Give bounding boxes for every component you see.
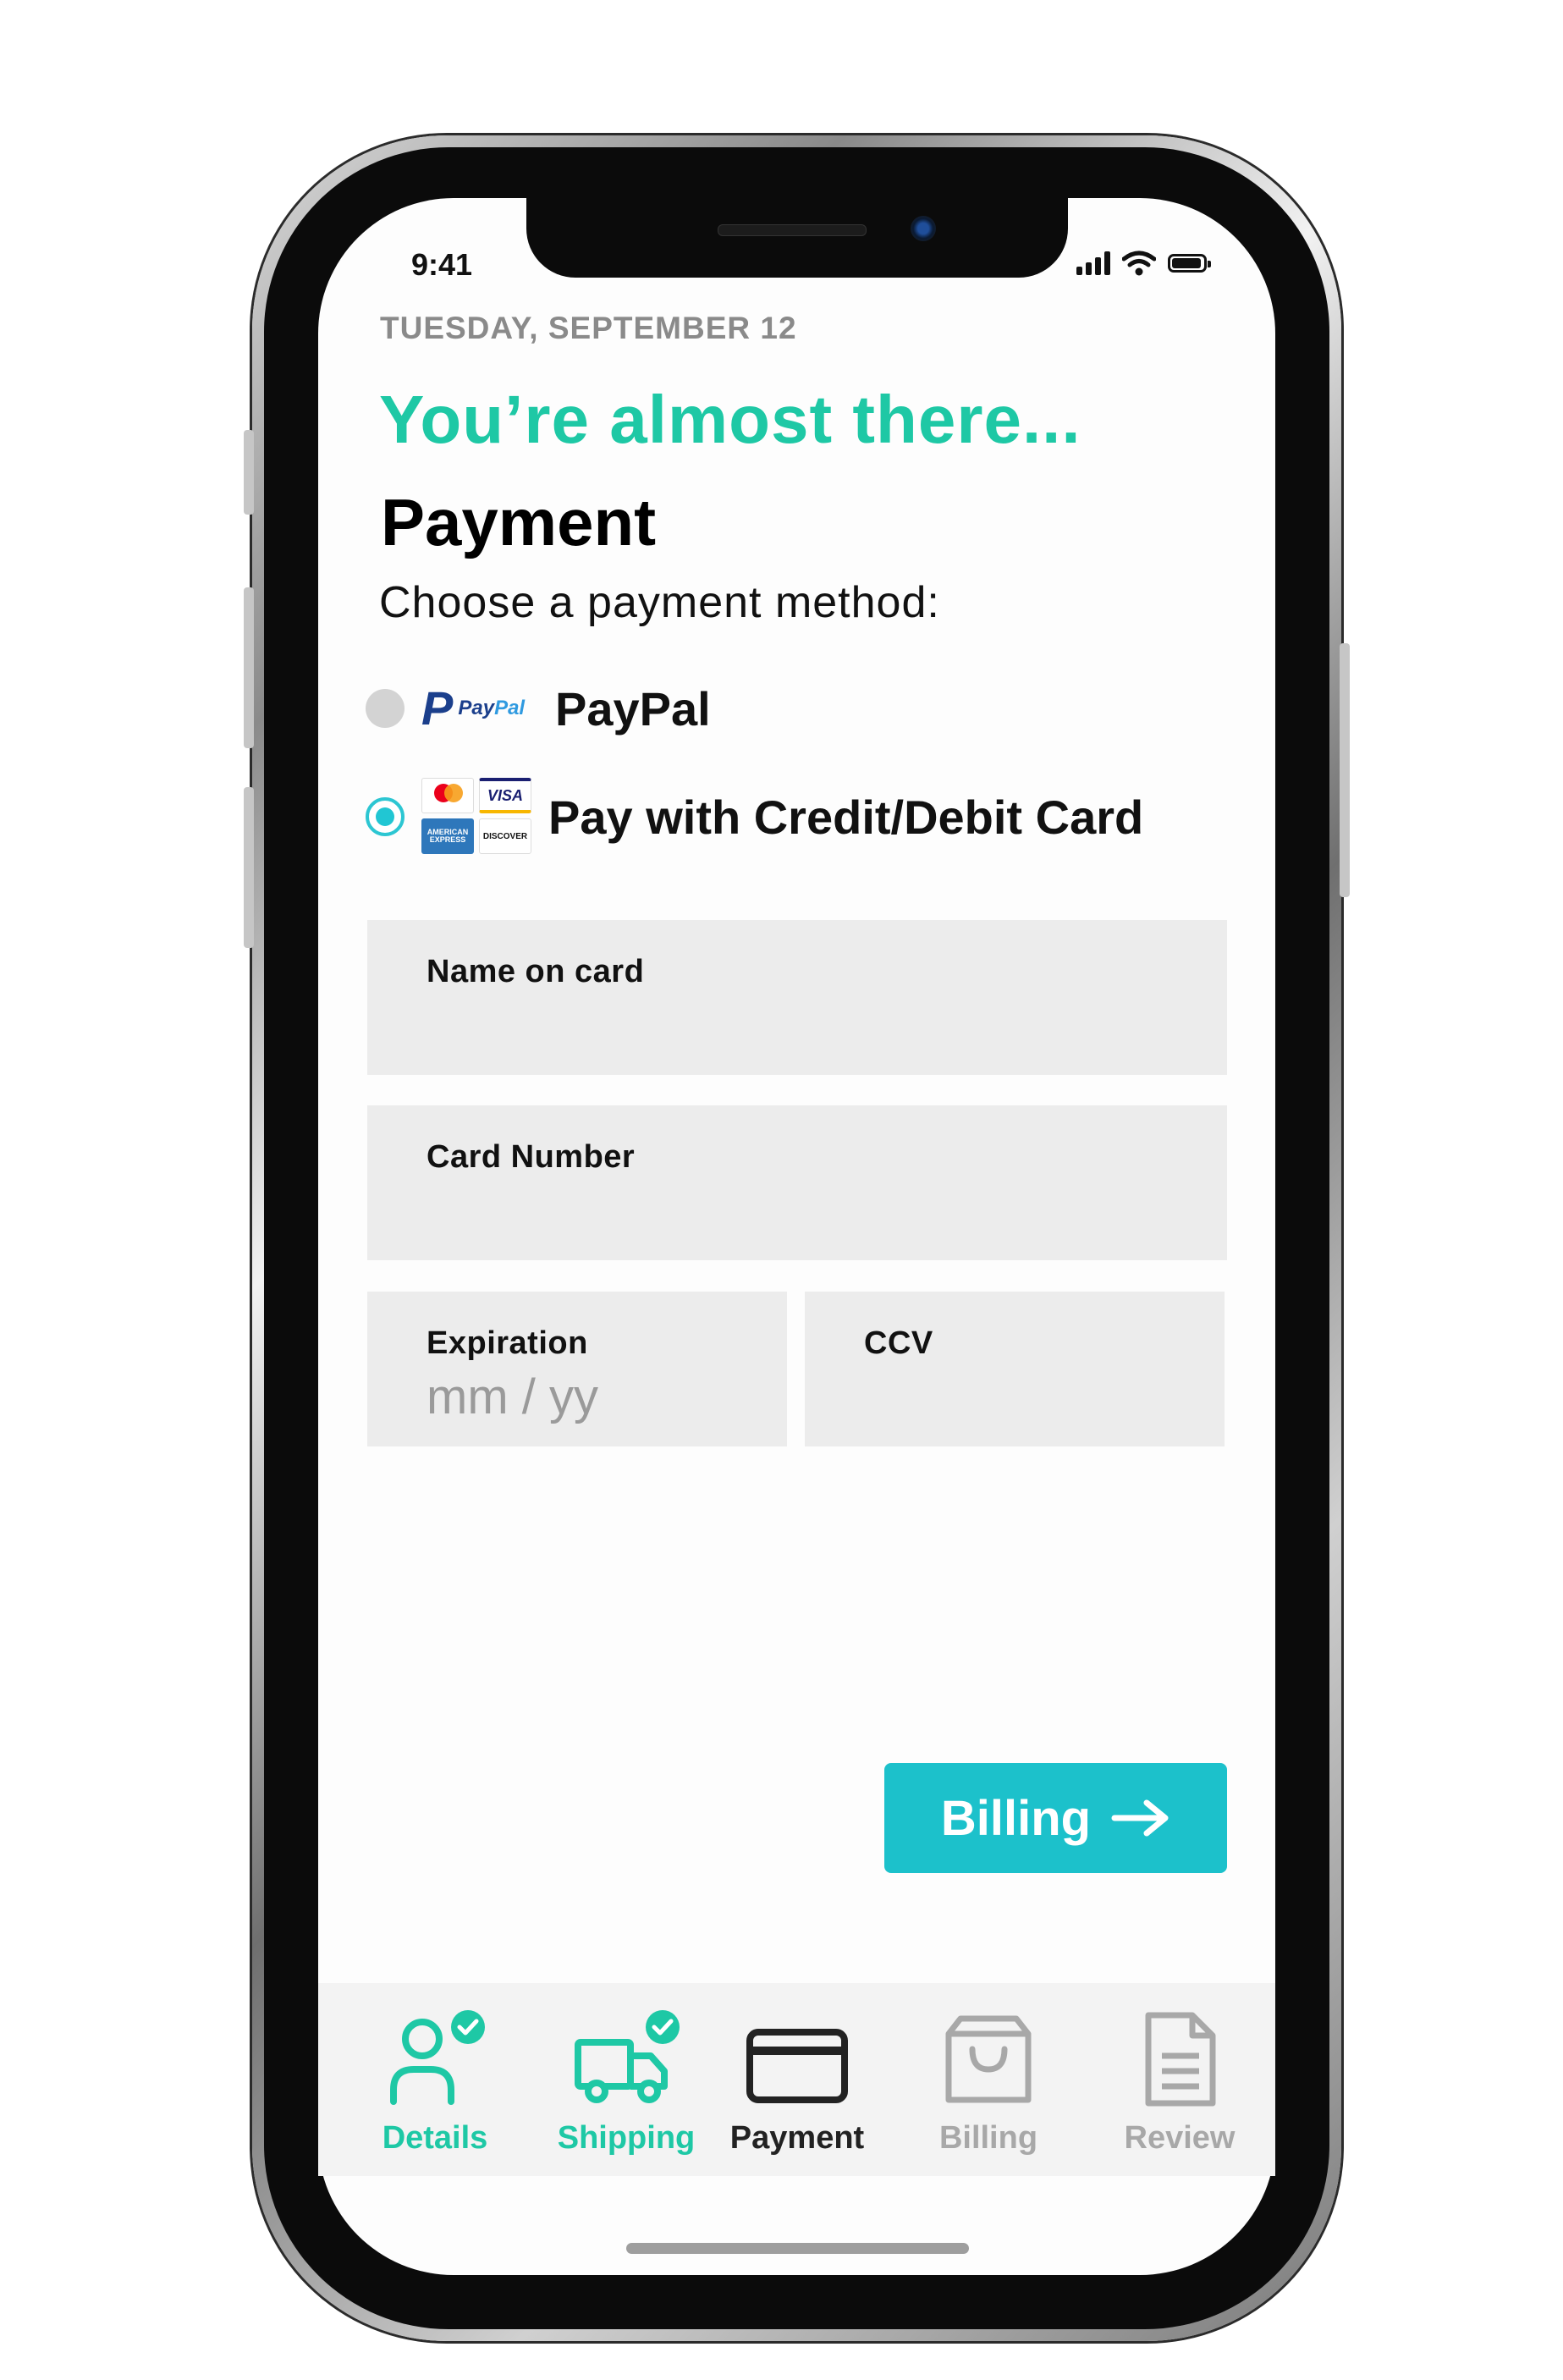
- date-label: TUESDAY, SEPTEMBER 12: [380, 311, 797, 345]
- ccv-label: CCV: [864, 1325, 933, 1361]
- volume-up-button: [244, 587, 254, 748]
- page-title: Payment: [381, 485, 657, 559]
- paypal-logo-pal: Pal: [494, 697, 526, 719]
- expiration-field[interactable]: Expiration: [367, 1292, 787, 1446]
- tab-shipping[interactable]: Shipping: [533, 1983, 719, 2176]
- paypal-logo-text: PayPal: [458, 697, 525, 720]
- tab-review[interactable]: Review: [1087, 1983, 1273, 2176]
- volume-down-button: [244, 787, 254, 948]
- tab-label: Payment: [729, 2120, 865, 2156]
- notch: [526, 196, 1068, 278]
- headline: You’re almost there...: [379, 382, 1081, 457]
- status-time: 9:41: [411, 247, 473, 282]
- page-subtitle: Choose a payment method:: [379, 578, 940, 627]
- payment-option-card[interactable]: VISA AMERICAN EXPRESS DISCOVER Pay with …: [366, 774, 1143, 859]
- amex-logo-icon: AMERICAN EXPRESS: [421, 818, 474, 854]
- discover-logo-icon: DISCOVER: [479, 818, 531, 854]
- visa-logo-icon: VISA: [479, 778, 531, 813]
- payment-option-label: PayPal: [555, 681, 711, 735]
- name-on-card-label: Name on card: [427, 954, 645, 989]
- progress-tab-bar: Details Shipping Payment Billing Review: [318, 1983, 1275, 2176]
- name-on-card-field[interactable]: Name on card: [367, 920, 1227, 1075]
- paypal-logo-pay: Pay: [458, 697, 495, 719]
- mastercard-logo-icon: [421, 778, 474, 813]
- tab-label: Billing: [938, 2120, 1038, 2156]
- person-icon: [390, 2010, 485, 2105]
- shopping-bag-icon: [945, 2015, 1032, 2103]
- radio-card[interactable]: [366, 797, 405, 836]
- payment-option-paypal[interactable]: P PayPal PayPal: [366, 666, 711, 751]
- card-number-label: Card Number: [427, 1139, 636, 1175]
- expiration-input[interactable]: [427, 1369, 680, 1425]
- truck-icon: [575, 2010, 680, 2103]
- battery-icon: [1168, 254, 1211, 273]
- billing-next-button[interactable]: Billing: [884, 1763, 1227, 1873]
- ccv-input[interactable]: [864, 1369, 1118, 1425]
- tab-label: Details: [382, 2120, 488, 2156]
- paypal-logo-icon: P PayPal: [421, 685, 540, 732]
- tab-details[interactable]: Details: [342, 1983, 528, 2176]
- home-indicator[interactable]: [626, 2243, 969, 2254]
- paypal-logo-mark: P: [421, 681, 454, 735]
- credit-card-icon: [746, 2029, 848, 2103]
- earpiece-speaker: [718, 224, 867, 236]
- ccv-field[interactable]: CCV: [805, 1292, 1225, 1446]
- expiration-label: Expiration: [427, 1325, 588, 1361]
- front-camera-icon: [911, 216, 936, 241]
- arrow-right-icon: [1111, 1799, 1169, 1837]
- document-icon: [1145, 2012, 1216, 2107]
- tab-label: Review: [1124, 2120, 1236, 2156]
- power-button: [1340, 643, 1350, 897]
- wifi-icon: [1122, 251, 1156, 276]
- payment-option-label: Pay with Credit/Debit Card: [548, 790, 1144, 844]
- tab-label: Shipping: [557, 2120, 696, 2156]
- mute-switch: [244, 430, 254, 515]
- cellular-signal-icon: [1076, 251, 1110, 275]
- tab-billing[interactable]: Billing: [895, 1983, 1081, 2176]
- status-icons: [1076, 251, 1211, 276]
- card-logos: VISA AMERICAN EXPRESS DISCOVER: [421, 778, 533, 856]
- radio-paypal[interactable]: [366, 689, 405, 728]
- tab-payment[interactable]: Payment: [704, 1983, 890, 2176]
- card-number-input[interactable]: [427, 1182, 680, 1239]
- name-on-card-input[interactable]: [427, 997, 680, 1054]
- card-number-field[interactable]: Card Number: [367, 1105, 1227, 1260]
- billing-button-label: Billing: [940, 1790, 1092, 1846]
